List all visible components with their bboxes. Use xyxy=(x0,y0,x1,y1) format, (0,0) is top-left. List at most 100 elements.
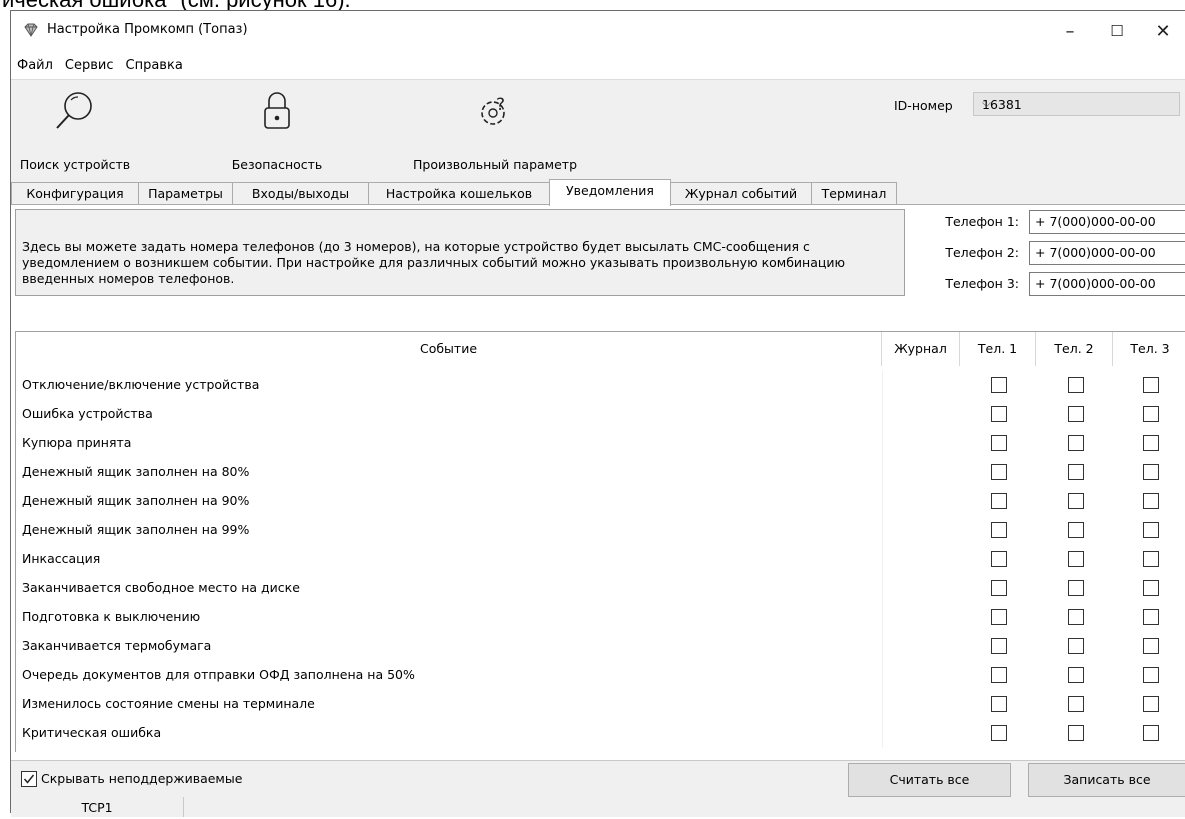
toolbar: Поиск устройств Безопасность ? Произволь… xyxy=(11,79,1185,180)
read-all-button[interactable]: Считать все xyxy=(848,763,1011,797)
menu-file[interactable]: Файл xyxy=(11,58,59,73)
journal-cell xyxy=(882,545,961,574)
menu-bar: Файл Сервис Справка xyxy=(11,51,1185,79)
column-header-tel2[interactable]: Тел. 2 xyxy=(1036,332,1113,366)
tel1-checkbox[interactable] xyxy=(991,493,1007,509)
tel2-checkbox[interactable] xyxy=(1068,580,1084,596)
event-name: Подготовка к выключению xyxy=(22,609,201,624)
tel2-checkbox[interactable] xyxy=(1068,406,1084,422)
tel1-checkbox[interactable] xyxy=(991,638,1007,654)
tel3-checkbox[interactable] xyxy=(1143,493,1159,509)
event-name: Инкассация xyxy=(22,551,101,566)
tel3-checkbox[interactable] xyxy=(1143,406,1159,422)
column-header-journal[interactable]: Журнал xyxy=(882,332,960,366)
tel1-checkbox[interactable] xyxy=(991,464,1007,480)
gear-question-icon: ? xyxy=(481,95,505,125)
tel3-checkbox[interactable] xyxy=(1143,609,1159,625)
tel2-checkbox[interactable] xyxy=(1068,725,1084,741)
menu-help[interactable]: Справка xyxy=(120,58,189,73)
tel1-checkbox[interactable] xyxy=(991,435,1007,451)
journal-cell xyxy=(882,400,961,429)
custom-parameter-button[interactable]: ? Произвольный параметр xyxy=(397,80,593,180)
phone-2-label: Телефон 2: xyxy=(945,245,1019,260)
title-bar: Настройка Промкомп (Топаз) – ☐ ✕ xyxy=(11,11,1185,51)
tab-notifications[interactable]: Уведомления xyxy=(549,179,671,206)
journal-cell xyxy=(882,719,961,748)
tel1-checkbox[interactable] xyxy=(991,406,1007,422)
tel2-checkbox[interactable] xyxy=(1068,522,1084,538)
tel3-checkbox[interactable] xyxy=(1143,725,1159,741)
tel2-checkbox[interactable] xyxy=(1068,464,1084,480)
security-label: Безопасность xyxy=(231,157,323,172)
security-button[interactable]: Безопасность xyxy=(221,80,333,180)
search-devices-button[interactable]: Поиск устройств xyxy=(11,80,139,180)
phone-3-label: Телефон 3: xyxy=(945,276,1019,291)
tel2-checkbox[interactable] xyxy=(1068,609,1084,625)
table-row: Очередь документов для отправки ОФД запо… xyxy=(16,661,1185,690)
event-name: Изменилось состояние смены на терминале xyxy=(22,696,315,711)
tel3-checkbox[interactable] xyxy=(1143,551,1159,567)
phone-2-input[interactable]: + 7(000)000-00-00 xyxy=(1029,241,1185,265)
tel3-checkbox[interactable] xyxy=(1143,638,1159,654)
minimize-button[interactable]: – xyxy=(1047,11,1093,51)
event-name: Заканчивается термобумага xyxy=(22,638,212,653)
table-row: Денежный ящик заполнен на 80% xyxy=(16,458,1185,487)
tab-configuration[interactable]: Конфигурация xyxy=(11,182,139,204)
journal-cell xyxy=(882,371,961,400)
gem-icon xyxy=(24,23,38,37)
tel1-checkbox[interactable] xyxy=(991,609,1007,625)
tel3-checkbox[interactable] xyxy=(1143,580,1159,596)
app-window: Настройка Промкомп (Топаз) – ☐ ✕ Файл Се… xyxy=(10,10,1185,817)
table-row: Купюра принята xyxy=(16,429,1185,458)
tab-event-log[interactable]: Журнал событий xyxy=(670,182,812,204)
phone-3-input[interactable]: + 7(000)000-00-00 xyxy=(1029,272,1185,296)
event-name: Критическая ошибка xyxy=(22,725,162,740)
journal-cell xyxy=(882,632,961,661)
hide-unsupported-checkbox[interactable] xyxy=(21,771,37,787)
tel2-checkbox[interactable] xyxy=(1068,638,1084,654)
tel3-checkbox[interactable] xyxy=(1143,696,1159,712)
phone-1-input[interactable]: + 7(000)000-00-00 xyxy=(1029,210,1185,234)
column-header-event[interactable]: Событие xyxy=(16,332,882,366)
tab-wallet-settings[interactable]: Настройка кошельков xyxy=(368,182,550,204)
tel2-checkbox[interactable] xyxy=(1068,551,1084,567)
events-table: Событие Журнал Тел. 1 Тел. 2 Тел. 3 Откл… xyxy=(15,331,1185,752)
tel1-checkbox[interactable] xyxy=(991,580,1007,596)
document-caption: ическая ошибка" (см. рисунок 16). xyxy=(0,0,1185,10)
journal-cell xyxy=(882,603,961,632)
column-header-tel3[interactable]: Тел. 3 xyxy=(1113,332,1185,366)
tab-inputs-outputs[interactable]: Входы/выходы xyxy=(232,182,369,204)
tel3-checkbox[interactable] xyxy=(1143,435,1159,451)
tel1-checkbox[interactable] xyxy=(991,725,1007,741)
event-name: Заканчивается свободное место на диске xyxy=(22,580,300,595)
tab-terminal[interactable]: Терминал xyxy=(811,182,897,204)
lock-icon xyxy=(264,92,290,129)
table-row: Изменилось состояние смены на терминале xyxy=(16,690,1185,719)
event-name: Денежный ящик заполнен на 80% xyxy=(22,464,250,479)
id-number-label: ID-номер xyxy=(894,98,953,113)
tel1-checkbox[interactable] xyxy=(991,377,1007,393)
tel3-checkbox[interactable] xyxy=(1143,377,1159,393)
tel2-checkbox[interactable] xyxy=(1068,696,1084,712)
tel3-checkbox[interactable] xyxy=(1143,464,1159,480)
table-row: Ошибка устройства xyxy=(16,400,1185,429)
tel2-checkbox[interactable] xyxy=(1068,667,1084,683)
tel1-checkbox[interactable] xyxy=(991,522,1007,538)
tel3-checkbox[interactable] xyxy=(1143,522,1159,538)
maximize-button[interactable]: ☐ xyxy=(1094,11,1140,51)
menu-service[interactable]: Сервис xyxy=(59,58,120,73)
tel2-checkbox[interactable] xyxy=(1068,377,1084,393)
tel2-checkbox[interactable] xyxy=(1068,435,1084,451)
tel1-checkbox[interactable] xyxy=(991,667,1007,683)
tel1-checkbox[interactable] xyxy=(991,551,1007,567)
id-number-select[interactable]: 16381 ⌵ xyxy=(973,92,1180,116)
write-all-button[interactable]: Записать все xyxy=(1028,763,1185,797)
table-row: Заканчивается термобумага xyxy=(16,632,1185,661)
tel1-checkbox[interactable] xyxy=(991,696,1007,712)
bottom-bar: Скрывать неподдерживаемые Считать все За… xyxy=(11,760,1185,797)
tab-parameters[interactable]: Параметры xyxy=(138,182,233,204)
tel3-checkbox[interactable] xyxy=(1143,667,1159,683)
tel2-checkbox[interactable] xyxy=(1068,493,1084,509)
column-header-tel1[interactable]: Тел. 1 xyxy=(960,332,1036,366)
close-button[interactable]: ✕ xyxy=(1140,11,1185,51)
